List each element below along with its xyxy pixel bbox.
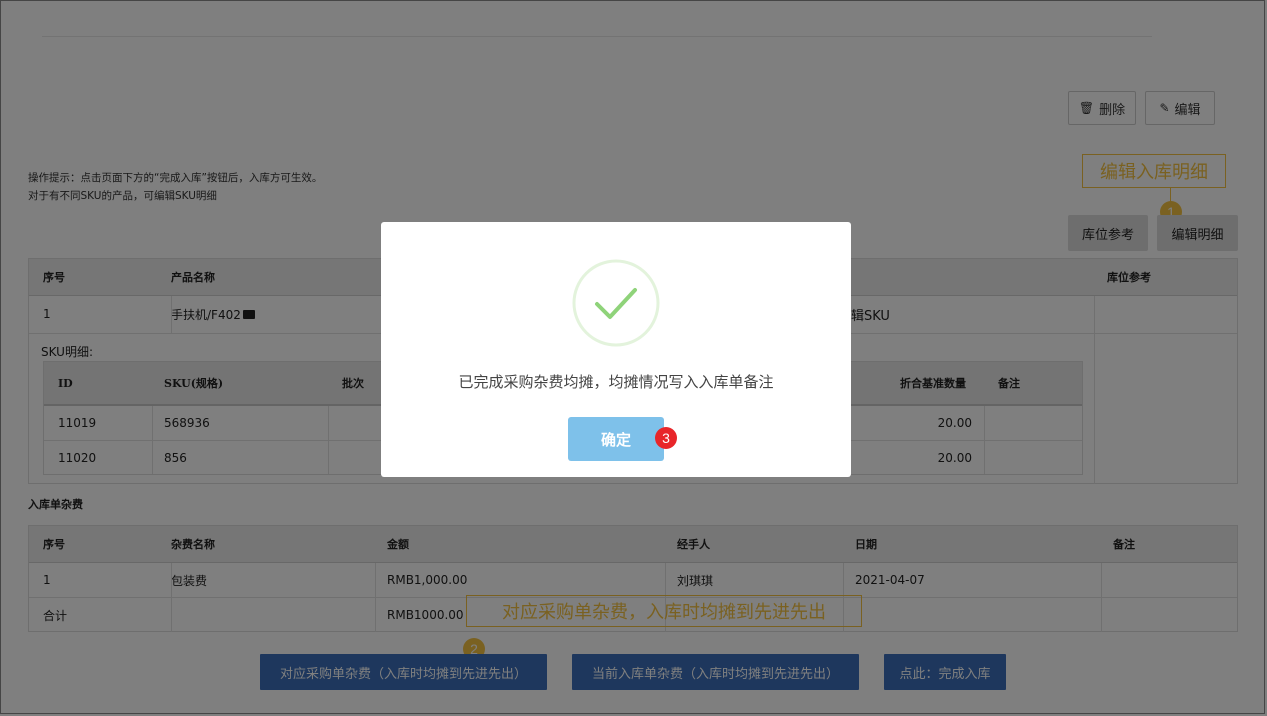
confirm-button[interactable]: 确定 <box>568 417 664 461</box>
success-check-icon <box>572 259 660 347</box>
dialog-message: 已完成采购杂费均摊，均摊情况写入入库单备注 <box>458 373 774 391</box>
confirm-button-label: 确定 <box>600 430 631 449</box>
success-dialog: 已完成采购杂费均摊，均摊情况写入入库单备注 确定 <box>381 222 851 477</box>
annotation-badge-3: 3 <box>655 427 677 449</box>
